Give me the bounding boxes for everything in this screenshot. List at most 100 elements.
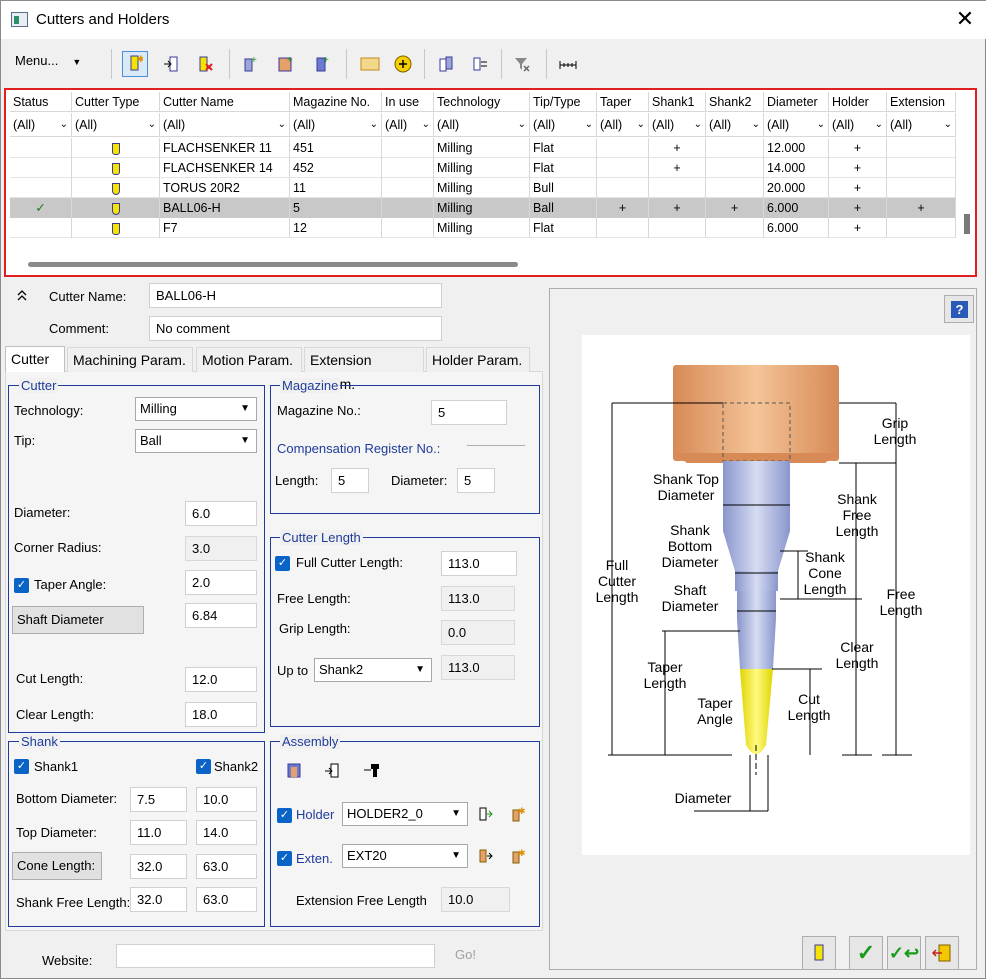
tip-select[interactable]: Ball ▼: [135, 429, 257, 453]
column-filter[interactable]: (All) ⌄: [10, 113, 72, 137]
shank1-free-length-input[interactable]: 32.0: [130, 887, 187, 912]
assembly-export-icon[interactable]: [363, 761, 381, 782]
new-cutter-icon[interactable]: ✱: [122, 51, 148, 77]
website-input[interactable]: [116, 944, 435, 968]
ok-button[interactable]: ✓: [849, 936, 883, 970]
horizontal-scrollbar[interactable]: [28, 262, 518, 267]
technology-select[interactable]: Milling ▼: [135, 397, 257, 421]
clear-length-input[interactable]: 18.0: [185, 702, 257, 727]
shank1-checkbox[interactable]: ✓: [14, 759, 29, 774]
column-header[interactable]: Shank1: [649, 92, 706, 112]
holder-checkbox[interactable]: ✓: [277, 808, 292, 823]
shank1-bottom-diameter-input[interactable]: 7.5: [130, 787, 187, 812]
apply-button[interactable]: ✓↩: [887, 936, 921, 970]
shank1-top-diameter-input[interactable]: 11.0: [130, 820, 187, 845]
table-row[interactable]: FLACHSENKER 14 452 Milling Flat +14.000 +: [10, 158, 956, 178]
shank2-checkbox[interactable]: ✓: [196, 759, 211, 774]
tab-motion-param[interactable]: Motion Param.: [196, 347, 302, 372]
close-button[interactable]: ✕: [953, 7, 977, 31]
extension-checkbox[interactable]: ✓: [277, 851, 292, 866]
column-filter[interactable]: (All) ⌄: [72, 113, 160, 137]
exit-button[interactable]: [925, 936, 959, 970]
column-header[interactable]: Diameter: [764, 92, 829, 112]
help-button[interactable]: ?: [944, 295, 974, 323]
column-filter[interactable]: (All) ⌄: [382, 113, 434, 137]
holder-select[interactable]: HOLDER2_0 ▼: [342, 802, 468, 826]
go-button[interactable]: Go!: [455, 947, 476, 962]
column-header[interactable]: Tip/Type: [530, 92, 597, 112]
shank2-bottom-diameter-input[interactable]: 10.0: [196, 787, 257, 812]
table-row[interactable]: ✓ BALL06-H 5 Milling Ball + + +6.000 + +: [10, 198, 956, 218]
delete-cutter-icon[interactable]: [193, 51, 219, 77]
cutter-name-input[interactable]: BALL06-H: [149, 283, 442, 308]
cone-length-button[interactable]: Cone Length:: [12, 852, 102, 880]
column-header[interactable]: Cutter Type: [72, 92, 160, 112]
shaft-diameter-input[interactable]: 6.84: [185, 603, 257, 628]
tdm-icon[interactable]: [357, 51, 383, 77]
cut-length-input[interactable]: 12.0: [185, 667, 257, 692]
copy-icon[interactable]: [433, 51, 459, 77]
tab-machining-param[interactable]: Machining Param.: [67, 347, 193, 372]
assembly-import-icon[interactable]: [323, 761, 341, 782]
column-header[interactable]: Extension: [887, 92, 956, 112]
shank2-top-diameter-input[interactable]: 14.0: [196, 820, 257, 845]
comment-input[interactable]: No comment: [149, 316, 442, 341]
vertical-scroll-thumb[interactable]: [964, 214, 970, 234]
add-shank-icon[interactable]: +: [237, 51, 263, 77]
table-row[interactable]: TORUS 20R2 11 Milling Bull 20.000 +: [10, 178, 956, 198]
column-filter[interactable]: (All) ⌄: [434, 113, 530, 137]
shank1-cone-length-input[interactable]: 32.0: [130, 854, 187, 879]
holder-new-icon[interactable]: ✱: [509, 806, 526, 825]
column-filter[interactable]: (All) ⌄: [290, 113, 382, 137]
holder-pick-icon[interactable]: [477, 806, 493, 825]
comp-length-input[interactable]: 5: [331, 468, 369, 493]
column-header[interactable]: Taper: [597, 92, 649, 112]
menu-button[interactable]: Menu... ▼: [15, 53, 81, 75]
column-header[interactable]: Shank2: [706, 92, 764, 112]
column-header[interactable]: Status: [10, 92, 72, 112]
column-header[interactable]: Cutter Name: [160, 92, 290, 112]
column-filter[interactable]: (All) ⌄: [649, 113, 706, 137]
table-row[interactable]: FLACHSENKER 11 451 Milling Flat +12.000 +: [10, 138, 956, 158]
column-filter[interactable]: (All) ⌄: [887, 113, 956, 137]
collapse-icon[interactable]: [17, 288, 27, 304]
shaft-diameter-button[interactable]: Shaft Diameter: [12, 606, 144, 634]
column-header[interactable]: Magazine No.: [290, 92, 382, 112]
column-filter[interactable]: (All) ⌄: [597, 113, 649, 137]
taper-angle-input[interactable]: 2.0: [185, 570, 257, 595]
cutter-icon-button[interactable]: [802, 936, 836, 970]
clear-filter-icon[interactable]: [509, 51, 535, 77]
shank2-cone-length-input[interactable]: 63.0: [196, 854, 257, 879]
column-filter[interactable]: (All) ⌄: [764, 113, 829, 137]
column-header[interactable]: Holder: [829, 92, 887, 112]
taper-angle-checkbox[interactable]: ✓: [14, 578, 29, 593]
column-header[interactable]: Technology: [434, 92, 530, 112]
add-holder-icon[interactable]: +: [273, 51, 299, 77]
extension-select[interactable]: EXT20 ▼: [342, 844, 468, 868]
column-filter[interactable]: (All) ⌄: [829, 113, 887, 137]
extension-pick-icon[interactable]: [477, 848, 493, 867]
assembly-build-icon[interactable]: [286, 761, 304, 782]
import-cutter-icon[interactable]: [158, 51, 184, 77]
comp-diameter-input[interactable]: 5: [457, 468, 495, 493]
tab-cutter[interactable]: Cutter: [5, 346, 65, 372]
column-filter[interactable]: (All) ⌄: [530, 113, 597, 137]
up-to-select[interactable]: Shank2 ▼: [314, 658, 432, 682]
swap-icon[interactable]: [467, 51, 493, 77]
full-cutter-length-checkbox[interactable]: ✓: [275, 556, 290, 571]
shank2-free-length-input[interactable]: 63.0: [196, 887, 257, 912]
add-extension-icon[interactable]: +: [309, 51, 335, 77]
table-row[interactable]: F7 12 Milling Flat 6.000 +: [10, 218, 956, 238]
vertical-scrollbar[interactable]: [961, 92, 975, 252]
full-cutter-length-input[interactable]: 113.0: [441, 551, 517, 576]
diameter-input[interactable]: 6.0: [185, 501, 257, 526]
tab-holder-param[interactable]: Holder Param.: [426, 347, 530, 372]
tab-extension-param[interactable]: Extension Param.: [304, 347, 424, 392]
extension-new-icon[interactable]: ✱: [509, 848, 526, 867]
measure-icon[interactable]: [555, 51, 581, 77]
circle-add-icon[interactable]: [390, 51, 416, 77]
magazine-no-input[interactable]: 5: [431, 400, 507, 425]
column-header[interactable]: In use: [382, 92, 434, 112]
column-filter[interactable]: (All) ⌄: [706, 113, 764, 137]
column-filter[interactable]: (All) ⌄: [160, 113, 290, 137]
